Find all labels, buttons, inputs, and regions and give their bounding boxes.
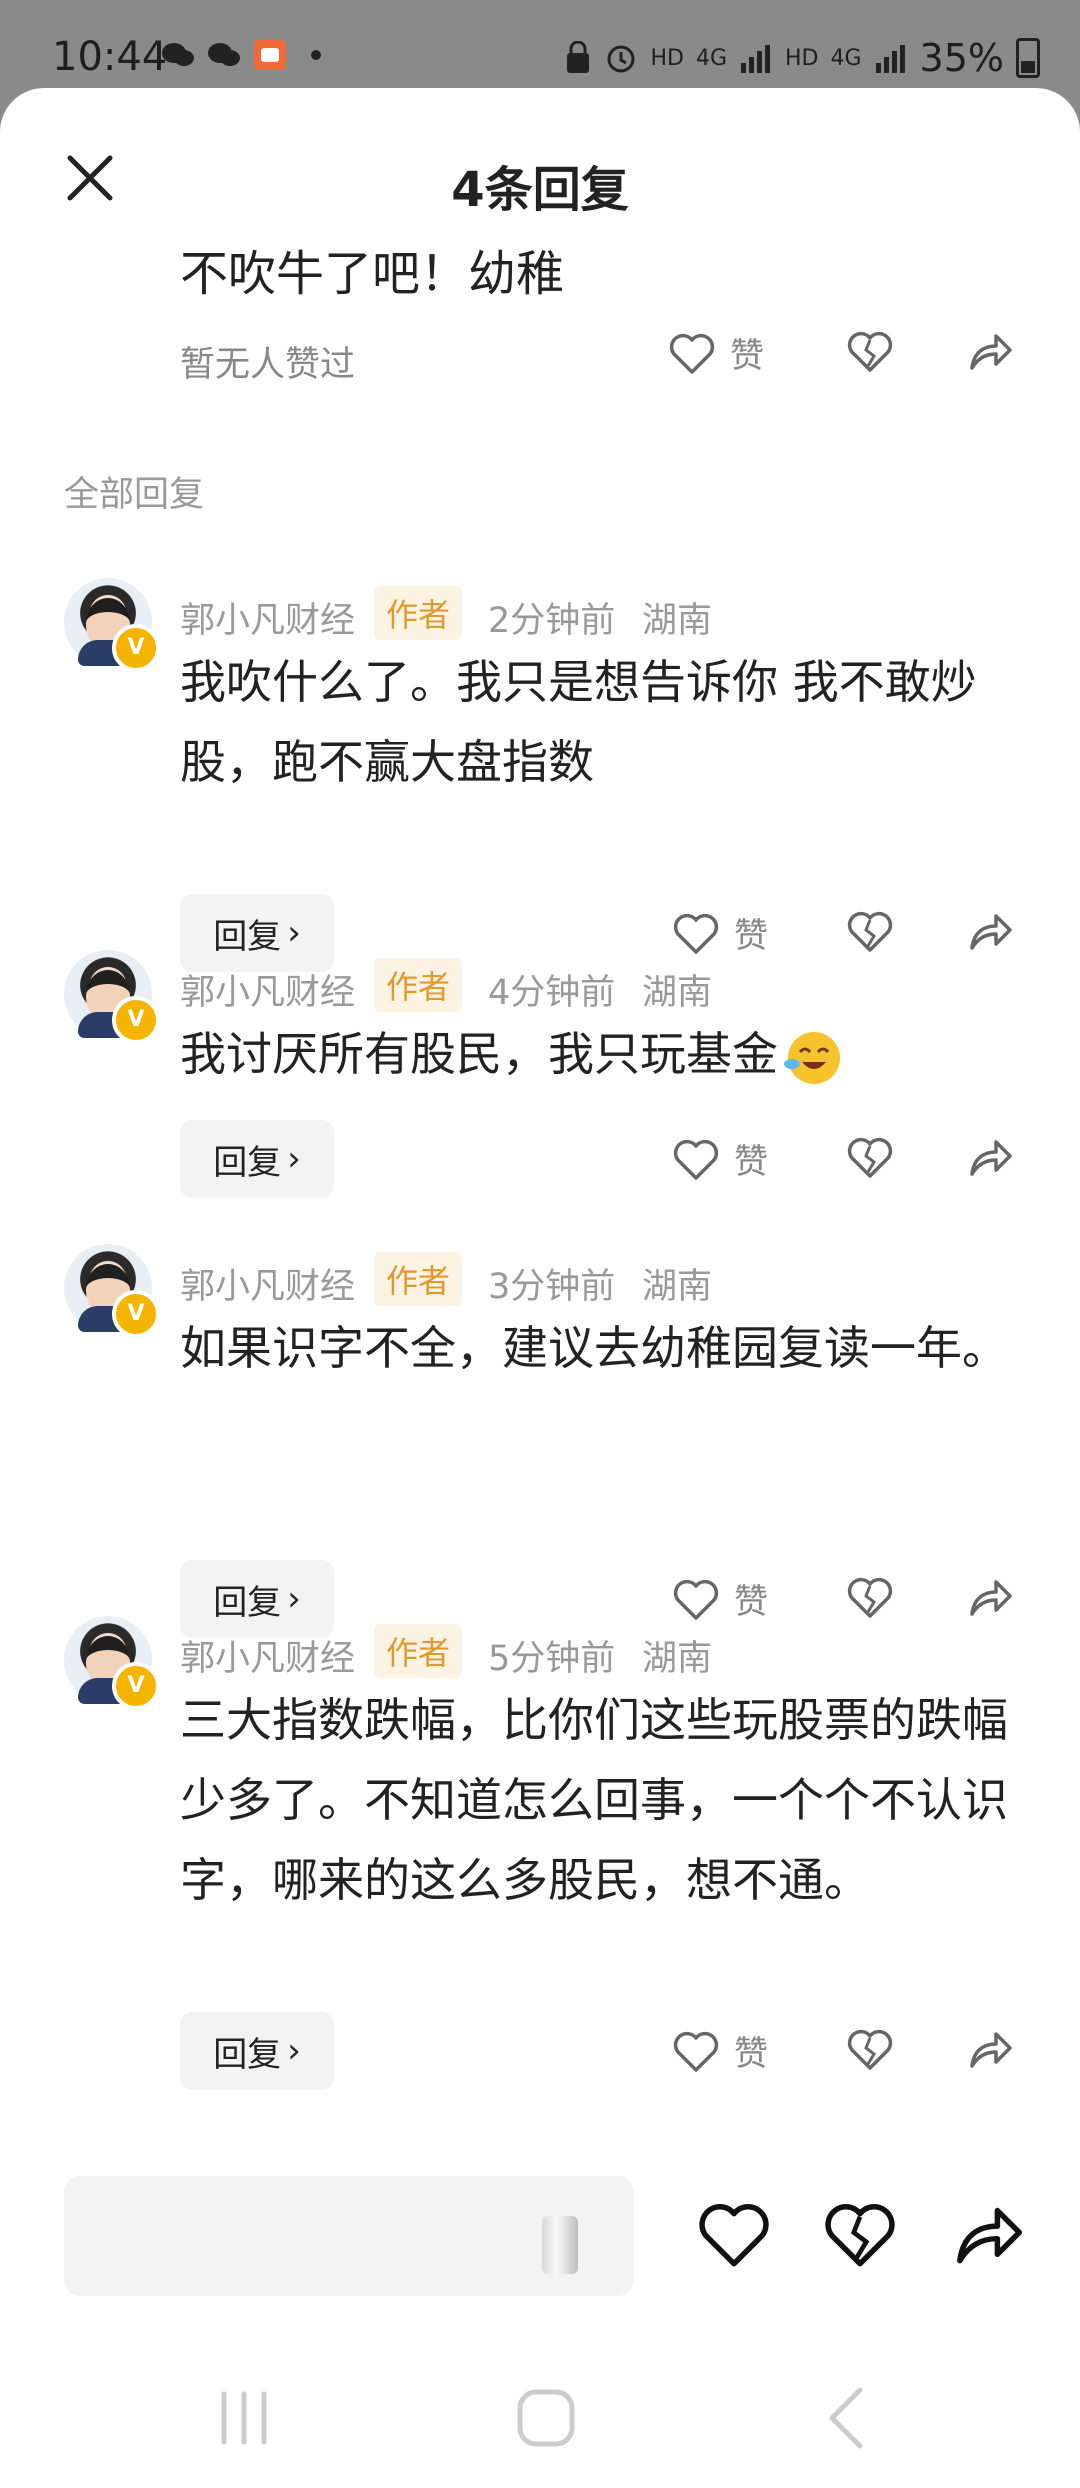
- original-comment-text: 不吹牛了吧！幼稚: [180, 246, 565, 302]
- dislike-icon[interactable]: [846, 328, 894, 374]
- like-label: 赞: [734, 1142, 768, 1182]
- comment-input[interactable]: [64, 2176, 634, 2296]
- heart-icon: [673, 1139, 719, 1180]
- author-name[interactable]: 郭小凡财经: [180, 964, 355, 1015]
- chevron-right-icon: ›: [287, 1579, 301, 1619]
- chevron-right-icon: ›: [287, 913, 301, 953]
- dislike-icon[interactable]: [846, 2026, 894, 2072]
- author-tag: 作者: [374, 1252, 463, 1306]
- reply-time: 5分钟前: [488, 1639, 616, 1679]
- status-time: 10:44: [52, 34, 168, 80]
- author-name[interactable]: 郭小凡财经: [180, 592, 355, 643]
- verified-badge-icon: V: [112, 996, 160, 1044]
- heart-icon: [669, 333, 715, 374]
- reply-button[interactable]: 回复 ›: [180, 1120, 334, 1198]
- reply-button-label: 回复: [213, 1582, 282, 1623]
- dislike-icon[interactable]: [846, 908, 894, 954]
- avatar[interactable]: V: [64, 950, 160, 1044]
- reply-region: 湖南: [642, 1639, 713, 1679]
- share-icon[interactable]: [966, 908, 1014, 954]
- section-all-replies: 全部回复: [64, 475, 205, 515]
- home-icon[interactable]: [506, 2378, 586, 2458]
- reply-time: 4分钟前: [488, 973, 616, 1013]
- dislike-icon[interactable]: [822, 2198, 898, 2270]
- recent-apps-icon[interactable]: [204, 2378, 284, 2458]
- author-name[interactable]: 郭小凡财经: [180, 1258, 355, 1309]
- wechat-icon: [208, 43, 240, 66]
- reply-button[interactable]: 回复 ›: [180, 1560, 334, 1638]
- heart-icon: [673, 2031, 719, 2072]
- reply-text: 三大指数跌幅，比你们这些玩股票的跌幅少多了。不知道怎么回事，一个个不认识字，哪来…: [180, 1693, 1008, 1907]
- avatar[interactable]: V: [64, 1616, 160, 1710]
- battery-icon: [1016, 38, 1040, 78]
- battery-percent: 35%: [919, 36, 1004, 80]
- avatar[interactable]: V: [64, 1244, 160, 1338]
- network-4g-label: 4G: [695, 45, 727, 71]
- chevron-right-icon: ›: [287, 1139, 301, 1179]
- avatar[interactable]: V: [64, 578, 160, 672]
- dislike-icon[interactable]: [846, 1574, 894, 1620]
- like-label: 赞: [734, 1582, 768, 1622]
- share-icon[interactable]: [950, 2198, 1026, 2270]
- author-tag: 作者: [374, 958, 463, 1012]
- reply-button[interactable]: 回复 ›: [180, 894, 334, 972]
- app-notification-icon: [254, 40, 286, 70]
- reply-time: 2分钟前: [488, 601, 616, 641]
- status-indicators: HD 4G HD 4G 35%: [564, 36, 1040, 80]
- like-label: 赞: [730, 336, 764, 376]
- hd-label: HD: [650, 45, 684, 71]
- reply-region: 湖南: [642, 973, 713, 1013]
- author-tag: 作者: [374, 586, 463, 640]
- verified-badge-icon: V: [112, 1662, 160, 1710]
- verified-badge-icon: V: [112, 624, 160, 672]
- system-nav-bar: [0, 2328, 1080, 2488]
- share-icon[interactable]: [966, 328, 1014, 374]
- signal-icon: [741, 45, 770, 73]
- like-button[interactable]: 赞: [672, 2026, 768, 2075]
- dislike-icon[interactable]: [846, 1134, 894, 1180]
- signal-icon-2: [875, 45, 905, 73]
- heart-icon: [673, 1579, 719, 1620]
- like-label: 赞: [734, 916, 768, 956]
- original-actions: 赞: [0, 328, 1080, 398]
- reply-button-label: 回复: [213, 2034, 282, 2075]
- like-button[interactable]: 赞: [668, 328, 764, 377]
- share-icon[interactable]: [966, 1574, 1014, 1620]
- dot-icon: [311, 50, 321, 60]
- reply-text: 我吹什么了。我只是想告诉你 我不敢炒股，跑不赢大盘指数: [180, 655, 977, 789]
- sticker-icon[interactable]: [542, 2216, 578, 2274]
- heart-icon[interactable]: [696, 2198, 772, 2270]
- like-button[interactable]: 赞: [672, 1134, 768, 1183]
- share-icon[interactable]: [966, 1134, 1014, 1180]
- share-icon[interactable]: [966, 2026, 1014, 2072]
- notification-icons: [160, 40, 334, 70]
- heart-icon: [673, 913, 719, 954]
- bottom-comment-bar: [0, 2168, 1080, 2308]
- replies-sheet: 4条回复 不吹牛了吧！幼稚 暂无人赞过 赞 全部回复 V 郭小凡财经 作者 2分…: [0, 88, 1080, 2488]
- alarm-icon: [607, 45, 635, 73]
- reply-region: 湖南: [642, 601, 713, 641]
- reply-text: 我讨厌所有股民，我只玩基金: [180, 1014, 1020, 1094]
- reply-button-label: 回复: [213, 1142, 282, 1183]
- like-button[interactable]: 赞: [672, 1574, 768, 1623]
- author-name[interactable]: 郭小凡财经: [180, 1630, 355, 1681]
- reply-text: 如果识字不全，建议去幼稚园复读一年。: [180, 1321, 1008, 1375]
- back-icon[interactable]: [808, 2378, 888, 2458]
- wechat-icon: [162, 43, 194, 66]
- laughing-crying-emoji-icon: [784, 1031, 840, 1084]
- reply-time: 3分钟前: [488, 1267, 616, 1307]
- network-4g-label-2: 4G: [830, 45, 862, 71]
- sheet-title: 4条回复: [451, 162, 629, 218]
- like-button[interactable]: 赞: [672, 908, 768, 957]
- reply-text-content: 我讨厌所有股民，我只玩基金: [180, 1027, 778, 1081]
- chevron-right-icon: ›: [287, 2031, 301, 2071]
- author-tag: 作者: [374, 1624, 463, 1678]
- lock-icon: [567, 41, 590, 73]
- hd-label-2: HD: [785, 45, 819, 71]
- reply-button[interactable]: 回复 ›: [180, 2012, 334, 2090]
- like-label: 赞: [734, 2034, 768, 2074]
- verified-badge-icon: V: [112, 1290, 160, 1338]
- reply-region: 湖南: [642, 1267, 713, 1307]
- reply-button-label: 回复: [213, 916, 282, 957]
